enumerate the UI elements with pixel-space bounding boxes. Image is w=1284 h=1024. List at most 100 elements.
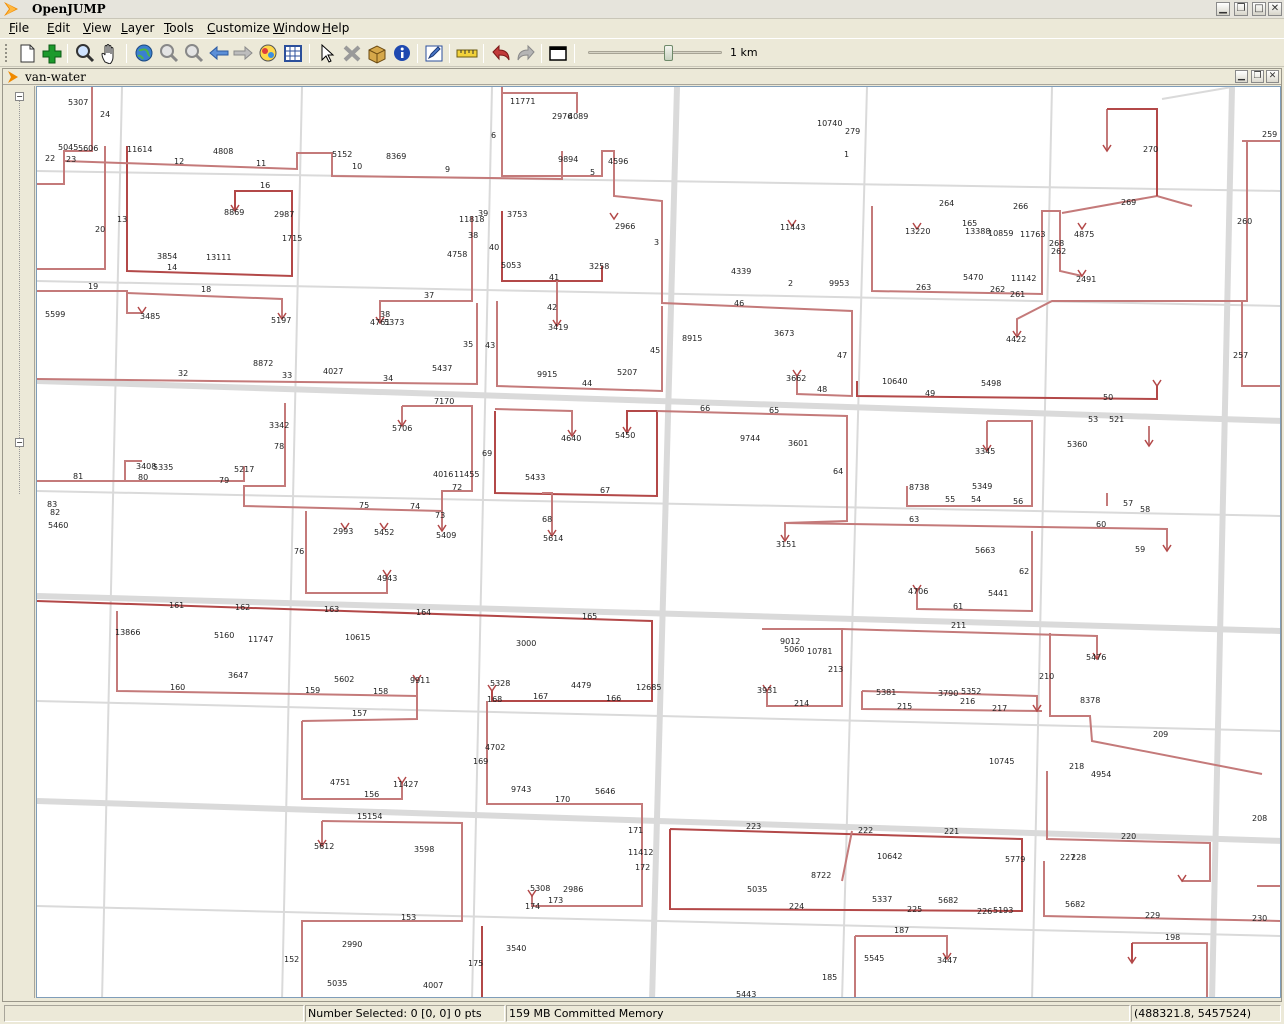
zoom-tool-button[interactable] bbox=[74, 43, 96, 64]
map-feature-label: 213 bbox=[828, 665, 843, 674]
edit-button[interactable] bbox=[423, 43, 445, 64]
map-feature-label: 3345 bbox=[975, 447, 995, 456]
measure-ruler-icon bbox=[456, 49, 478, 58]
map-feature-label: 4954 bbox=[1091, 770, 1111, 779]
task-minimize-button[interactable]: ▁ bbox=[1235, 70, 1248, 83]
map-feature-label: 261 bbox=[1010, 290, 1025, 299]
pan-tool-button[interactable] bbox=[99, 43, 121, 64]
window-button[interactable] bbox=[547, 43, 569, 64]
close-button[interactable]: ✕ bbox=[1268, 2, 1282, 16]
map-feature-label: 5217 bbox=[234, 465, 254, 474]
menu-help[interactable]: Help bbox=[322, 21, 349, 35]
menu-tools[interactable]: Tools bbox=[164, 21, 194, 35]
map-feature-label: 221 bbox=[944, 827, 959, 836]
info-button[interactable] bbox=[391, 43, 413, 64]
map-feature-label: 34 bbox=[383, 374, 393, 383]
map-feature-label: 5207 bbox=[617, 368, 637, 377]
zoom-in-button[interactable] bbox=[158, 43, 180, 64]
menu-window[interactable]: Window bbox=[273, 21, 320, 35]
undo-button[interactable] bbox=[490, 43, 512, 64]
map-feature-label: 163 bbox=[324, 605, 339, 614]
map-feature-label: 11 bbox=[256, 159, 266, 168]
map-feature-label: 153 bbox=[401, 913, 416, 922]
add-layer-icon bbox=[42, 44, 62, 64]
zoom-to-full-extent-button[interactable] bbox=[133, 43, 155, 64]
map-feature-label: 56 bbox=[1013, 497, 1023, 506]
map-canvas[interactable]: 5307 24 11771 2976 4089 10740 279 270 259 5045 560… bbox=[36, 86, 1281, 998]
map-feature-label: 11443 bbox=[780, 223, 805, 232]
map-feature-label: 3258 bbox=[589, 262, 609, 271]
menu-file[interactable]: File bbox=[9, 21, 29, 35]
maximize-button[interactable]: □ bbox=[1252, 2, 1266, 16]
menu-customize[interactable]: Customize bbox=[207, 21, 270, 35]
map-feature-label: 217 bbox=[992, 704, 1007, 713]
map-feature-label: 166 bbox=[606, 694, 621, 703]
flow-arrow-icon bbox=[1077, 222, 1087, 231]
map-feature-label: 22 bbox=[45, 154, 55, 163]
map-feature-label: 5612 bbox=[314, 842, 334, 851]
zoom-previous-button[interactable] bbox=[208, 43, 230, 64]
map-feature-label: 3447 bbox=[937, 956, 957, 965]
map-feature-label: 18 bbox=[201, 285, 211, 294]
map-feature-label: 1715 bbox=[282, 234, 302, 243]
delete-icon bbox=[343, 45, 361, 62]
window-title: OpenJUMP bbox=[32, 2, 106, 16]
map-feature-label: 46 bbox=[734, 299, 744, 308]
map-feature-label: 73 bbox=[435, 511, 445, 520]
toolbar-grip[interactable] bbox=[4, 43, 9, 63]
map-feature-label: 198 bbox=[1165, 933, 1180, 942]
zoom-out-button[interactable] bbox=[183, 43, 205, 64]
map-feature-label: 55 bbox=[945, 495, 955, 504]
menu-layer[interactable]: Layer bbox=[121, 21, 154, 35]
zoom-magnifier-icon bbox=[76, 44, 95, 63]
flow-arrow-icon bbox=[609, 212, 619, 221]
map-feature-label: 259 bbox=[1262, 130, 1277, 139]
restore-button[interactable]: ❐ bbox=[1234, 2, 1248, 16]
map-feature-label: 262 bbox=[990, 285, 1005, 294]
map-feature-label: 5197 bbox=[271, 316, 291, 325]
collapse-category-toggle[interactable]: − bbox=[15, 92, 24, 101]
grid-button[interactable] bbox=[282, 43, 304, 64]
zoom-to-layer-button[interactable] bbox=[257, 43, 279, 64]
map-feature-label: 4706 bbox=[908, 587, 928, 596]
select-tool-button[interactable] bbox=[316, 43, 338, 64]
new-project-button[interactable] bbox=[16, 43, 38, 64]
redo-button[interactable] bbox=[515, 43, 537, 64]
map-feature-label: 158 bbox=[373, 687, 388, 696]
scale-slider-track[interactable] bbox=[588, 51, 722, 54]
layer-tree-panel[interactable]: − − bbox=[3, 86, 35, 998]
task-restore-button[interactable]: ❐ bbox=[1251, 70, 1264, 83]
map-feature-label: 37 bbox=[424, 291, 434, 300]
street-line bbox=[37, 280, 1280, 307]
map-feature-label: 40 bbox=[489, 243, 499, 252]
map-feature-label: 187 bbox=[894, 926, 909, 935]
task-close-button[interactable]: ✕ bbox=[1266, 70, 1279, 83]
add-layer-button[interactable] bbox=[41, 43, 63, 64]
map-feature-label: 32 bbox=[178, 369, 188, 378]
water-main-line bbox=[494, 410, 658, 498]
water-main-line bbox=[37, 303, 478, 386]
zoom-next-button[interactable] bbox=[232, 43, 254, 64]
measure-button[interactable] bbox=[456, 43, 478, 64]
map-feature-label: 5606 bbox=[78, 144, 98, 153]
map-feature-label: 15154 bbox=[357, 812, 382, 821]
menu-view[interactable]: View bbox=[83, 21, 111, 35]
map-feature-label: 57 bbox=[1123, 499, 1133, 508]
minimize-button[interactable]: ▁ bbox=[1216, 2, 1230, 16]
collapse-category-toggle[interactable]: − bbox=[15, 438, 24, 447]
scale-slider-thumb[interactable] bbox=[664, 45, 673, 61]
map-feature-label: 175 bbox=[468, 959, 483, 968]
menu-edit[interactable]: Edit bbox=[47, 21, 70, 35]
map-feature-label: 5060 bbox=[784, 645, 804, 654]
water-main-line bbox=[37, 146, 106, 270]
map-feature-label: 54 bbox=[971, 495, 981, 504]
map-feature-label: 157 bbox=[352, 709, 367, 718]
map-feature-label: 165 bbox=[582, 612, 597, 621]
box-button[interactable] bbox=[366, 43, 388, 64]
status-selection: Number Selected: 0 [0, 0] 0 pts bbox=[305, 1005, 505, 1022]
map-feature-label: 3485 bbox=[140, 312, 160, 321]
map-feature-label: 58 bbox=[1140, 505, 1150, 514]
map-feature-label: 161 bbox=[169, 601, 184, 610]
delete-button[interactable] bbox=[341, 43, 363, 64]
map-feature-label: 4596 bbox=[608, 157, 628, 166]
